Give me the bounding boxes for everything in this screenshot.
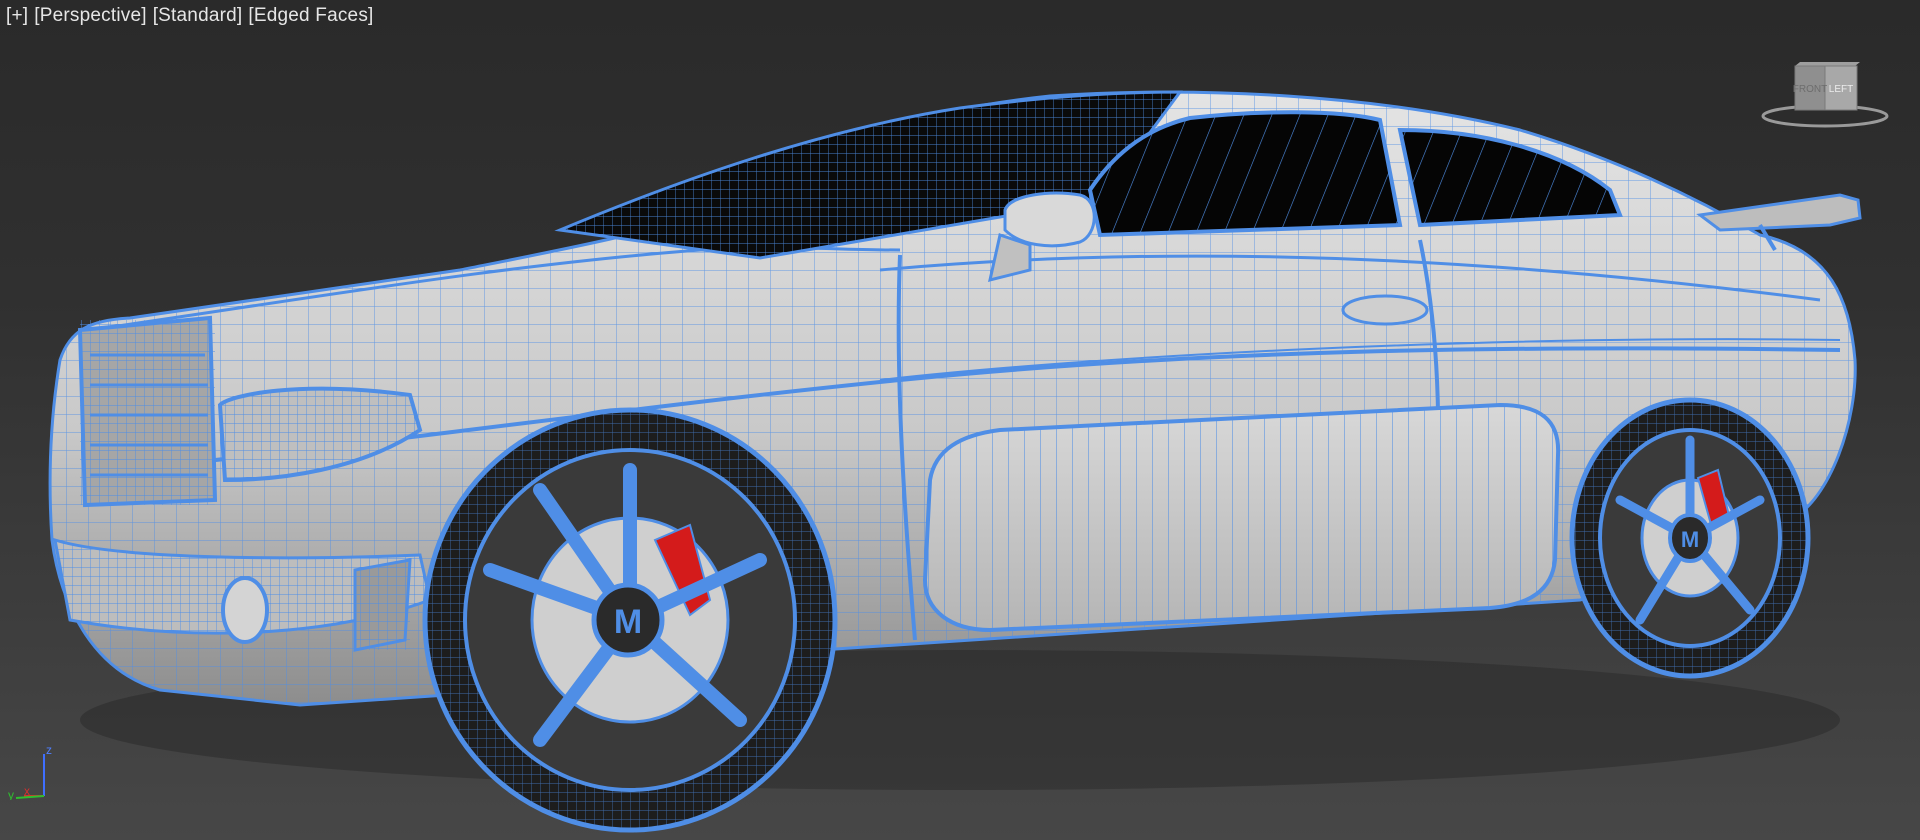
x-axis-label: x [24, 784, 30, 798]
viewport-shading-style-label[interactable]: [Standard] [153, 5, 243, 27]
viewcube-left-label: LEFT [1829, 84, 1853, 95]
z-axis-label: z [46, 743, 52, 757]
front-grille[interactable] [77, 315, 218, 508]
door-handle[interactable] [1341, 294, 1429, 326]
rear-wheel-badge: M [1681, 527, 1699, 552]
viewcube[interactable]: FRONT LEFT [1760, 58, 1890, 133]
side-skirt-panel[interactable] [922, 402, 1561, 633]
viewport-label-menu: [+] [Perspective] [Standard] [Edged Face… [6, 4, 374, 28]
y-axis-label: y [8, 788, 14, 800]
rear-wheel[interactable]: M [1569, 397, 1811, 679]
perspective-viewport[interactable]: [+] [Perspective] [Standard] [Edged Face… [0, 0, 1920, 840]
viewport-pov-label[interactable]: [Perspective] [34, 5, 146, 27]
viewcube-top-face[interactable] [1795, 62, 1860, 66]
front-wheel-badge: M [614, 603, 642, 641]
axis-tripod: z x y [8, 743, 52, 800]
viewport-display-mode-label[interactable]: [Edged Faces] [248, 5, 373, 27]
y-axis-line [15, 795, 45, 799]
car-model-wireframe[interactable]: M M [0, 0, 1920, 840]
front-wheel[interactable]: M [422, 407, 838, 833]
viewport-plus-menu[interactable]: [+] [6, 5, 28, 27]
viewcube-front-label: FRONT [1793, 84, 1827, 95]
